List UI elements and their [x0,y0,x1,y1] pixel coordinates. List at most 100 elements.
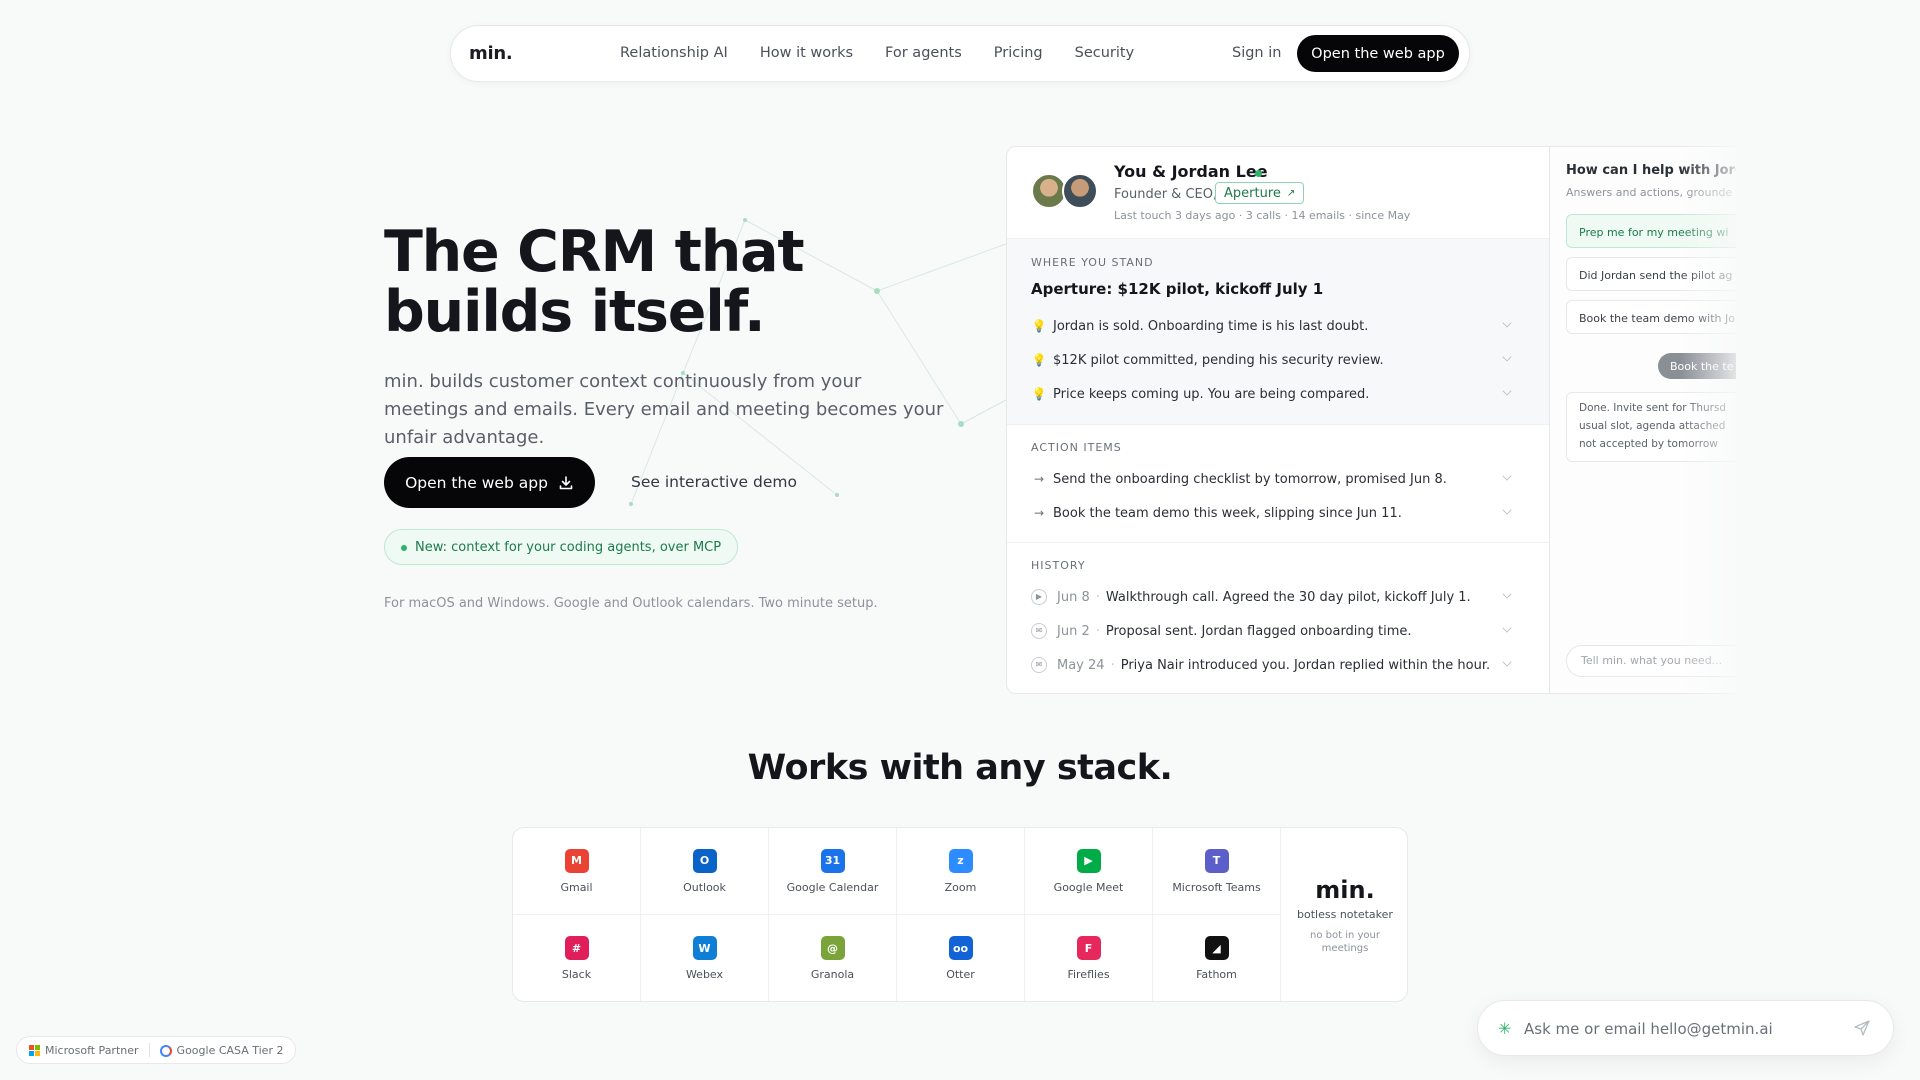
deal-headline: Aperture: $12K pilot, kickoff July 1 [1031,280,1324,298]
microsoft-partner-label: Microsoft Partner [45,1043,139,1057]
chevron-down-icon[interactable] [1502,386,1512,396]
ask-bar[interactable]: ✳ Ask me or email hello@getmin.ai [1477,1000,1894,1056]
history-row[interactable]: ✉ Jun 2 · Proposal sent. Jordan flagged … [1031,620,1512,642]
integration-label: Outlook [683,880,726,894]
send-icon[interactable] [1853,1019,1871,1037]
status-dot-icon [401,545,407,551]
nav-open-web-app-button[interactable]: Open the web app [1297,35,1459,72]
panel-fade [1680,140,1750,700]
history-label: HISTORY [1031,559,1086,572]
otter-icon: oo [948,936,973,960]
history-row[interactable]: ✉ May 24 · Priya Nair introduced you. Jo… [1031,654,1512,676]
min-notetaker-subtitle: no bot in your meetings [1310,929,1380,954]
nav-link-how-it-works[interactable]: How it works [760,45,853,61]
hero-subtitle: min. builds customer context continuousl… [384,371,944,448]
insight-row[interactable]: 💡 $12K pilot committed, pending his secu… [1031,349,1512,371]
mail-icon: ✉ [1031,657,1047,673]
integration-webex: W Webex [641,915,769,1001]
history-date: May 24 [1057,657,1105,673]
chevron-down-icon[interactable] [1502,505,1512,515]
integration-label: Gmail [560,880,593,894]
where-you-stand-section: WHERE YOU STAND Aperture: $12K pilot, ki… [1007,239,1549,425]
integration-label: Fathom [1196,968,1237,981]
integration-fathom: ◢ Fathom [1153,915,1281,1001]
contact-name: You & Jordan Lee [1114,162,1268,181]
history-text: Proposal sent. Jordan flagged onboarding… [1105,623,1412,639]
nav-link-pricing[interactable]: Pricing [994,45,1043,61]
insight-text: $12K pilot committed, pending his securi… [1053,352,1384,368]
integrations-grid: M Gmail O Outlook 31 Google Calendar z Zoom ▶ Goo… [512,827,1408,1002]
action-item-row[interactable]: → Send the onboarding checklist by tomor… [1031,468,1512,490]
history-text: Priya Nair introduced you. Jordan replie… [1120,657,1491,673]
mcp-pill-text: New: context for your coding agents, ove… [415,539,722,555]
separator-dot: · [1110,657,1115,673]
integration-label: Slack [561,968,592,981]
history-date: Jun 8 [1057,589,1090,605]
chevron-down-icon[interactable] [1502,589,1512,599]
webex-icon: W [692,936,717,960]
microsoft-partner-badge: Microsoft Partner [29,1044,139,1057]
history-section: HISTORY ▶ Jun 8 · Walkthrough call. Agre… [1007,543,1549,693]
integration-outlook: O Outlook [641,828,769,915]
integration-microsoft-teams: T Microsoft Teams [1153,828,1281,915]
google-logo-icon [159,1044,172,1057]
mcp-announcement-pill[interactable]: New: context for your coding agents, ove… [384,529,739,565]
mail-icon: ✉ [1031,623,1047,639]
lightbulb-icon: 💡 [1031,353,1047,367]
contact-header: You & Jordan Lee Founder & CEO, Aperture… [1007,147,1549,239]
chevron-down-icon[interactable] [1502,471,1512,481]
action-item-text: Send the onboarding checklist by tomorro… [1053,471,1447,487]
integration-label: Google Calendar [786,880,879,894]
interactive-demo-link[interactable]: See interactive demo [631,473,797,491]
chevron-down-icon[interactable] [1502,352,1512,362]
brand-logo[interactable]: min. [469,43,513,64]
integration-zoom: z Zoom [897,828,1025,915]
nav-link-security[interactable]: Security [1075,45,1135,61]
integration-gmail: M Gmail [513,828,641,915]
integration-granola: @ Granola [769,915,897,1001]
lightbulb-icon: 💡 [1031,319,1047,333]
sparkle-icon: ✳ [1498,1019,1512,1038]
platform-note: For macOS and Windows. Google and Outloo… [384,596,878,611]
slack-icon: # [564,936,589,960]
fathom-icon: ◢ [1204,936,1229,960]
google-meet-icon: ▶ [1076,848,1101,873]
integration-google-calendar: 31 Google Calendar [769,828,897,915]
integration-label: Microsoft Teams [1172,880,1261,894]
history-date: Jun 2 [1057,623,1090,639]
external-link-icon: ↗ [1286,187,1296,199]
sign-in-link[interactable]: Sign in [1232,45,1281,61]
chevron-down-icon[interactable] [1502,623,1512,633]
where-you-stand-label: WHERE YOU STAND [1031,256,1154,269]
action-items-section: ACTION ITEMS → Send the onboarding check… [1007,425,1549,543]
insight-row[interactable]: 💡 Price keeps coming up. You are being c… [1031,383,1512,405]
arrow-right-icon: → [1033,506,1045,520]
min-logo: min. [1315,875,1375,904]
integration-otter: oo Otter [897,915,1025,1001]
chevron-down-icon[interactable] [1502,318,1512,328]
open-web-app-button[interactable]: Open the web app [384,457,595,508]
action-item-row[interactable]: → Book the team demo this week, slipping… [1031,502,1512,524]
google-casa-badge: Google CASA Tier 2 [159,1043,284,1057]
nav-link-relationship-ai[interactable]: Relationship AI [620,45,728,61]
min-notetaker-title: botless notetaker [1297,907,1393,921]
zoom-icon: z [948,848,973,873]
company-tag[interactable]: Aperture ↗ [1215,182,1305,204]
download-icon [559,475,573,489]
integration-slack: # Slack [513,915,641,1001]
nav-links: Relationship AI How it works For agents … [620,45,1134,61]
google-casa-label: Google CASA Tier 2 [176,1043,284,1057]
nav-link-for-agents[interactable]: For agents [885,45,962,61]
lightbulb-icon: 💡 [1031,387,1047,401]
action-item-text: Book the team demo this week, slipping s… [1053,505,1402,521]
video-call-icon: ▶ [1031,589,1047,605]
google-calendar-icon: 31 [820,848,845,873]
history-row[interactable]: ▶ Jun 8 · Walkthrough call. Agreed the 3… [1031,586,1512,608]
integration-google-meet: ▶ Google Meet [1025,828,1153,915]
chevron-down-icon[interactable] [1502,657,1512,667]
ask-input[interactable]: Ask me or email hello@getmin.ai [1524,1020,1773,1038]
trust-badges: Microsoft Partner Google CASA Tier 2 [16,1036,297,1064]
insight-row[interactable]: 💡 Jordan is sold. Onboarding time is his… [1031,315,1512,337]
contact-role: Founder & CEO, [1114,187,1218,202]
integration-label: Zoom [944,880,977,894]
